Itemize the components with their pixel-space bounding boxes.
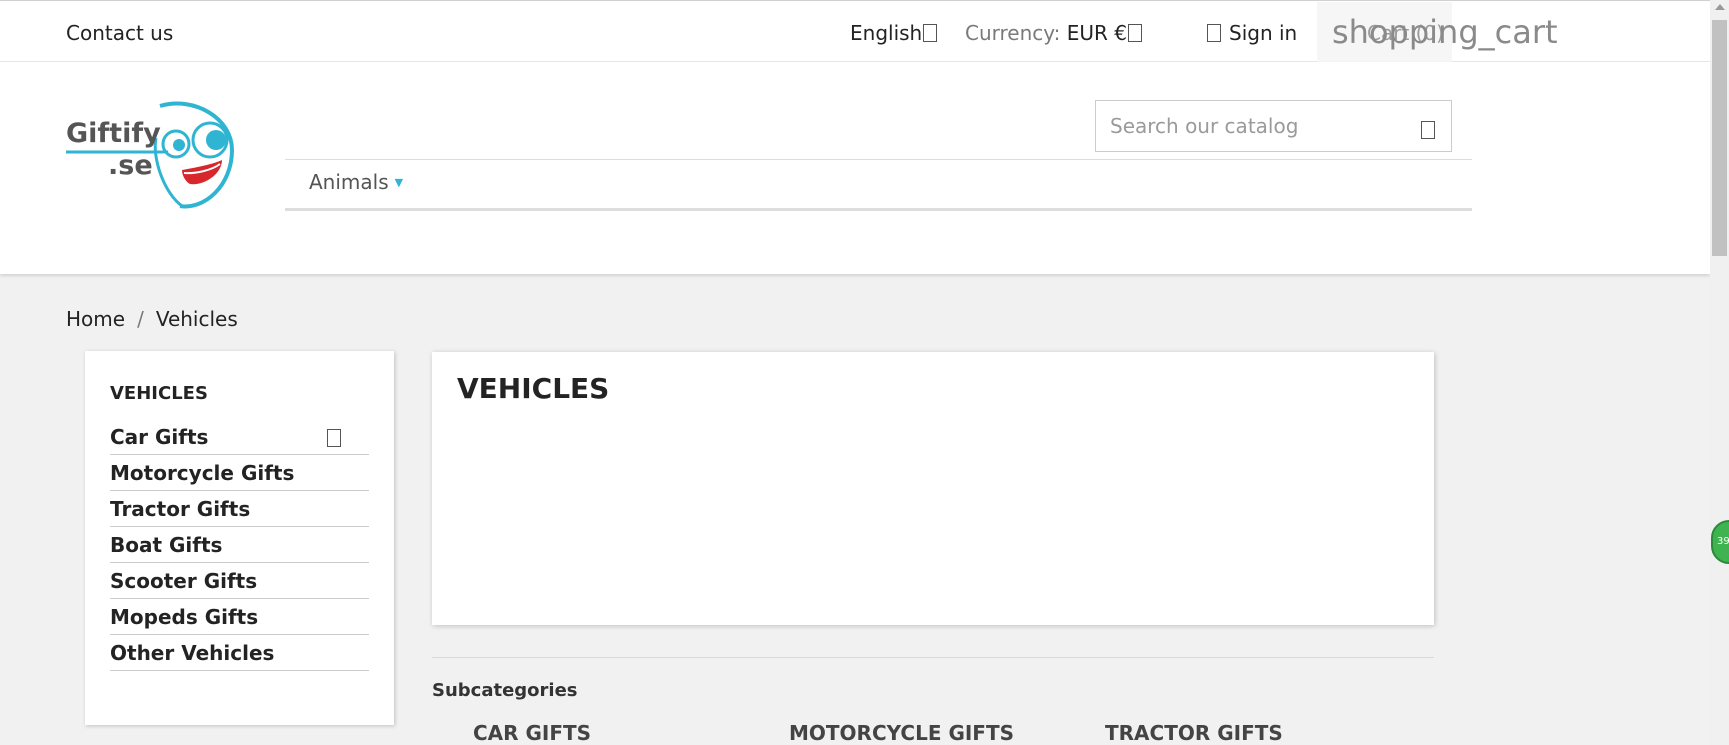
category-header-card: VEHICLES <box>432 352 1434 625</box>
breadcrumb-current[interactable]: Vehicles <box>156 307 238 331</box>
site-header: Giftify .se Animals ▼ <box>0 62 1710 274</box>
cart-button[interactable]: Cart (0) shopping_cart <box>1317 2 1558 62</box>
search-icon[interactable] <box>1421 121 1435 139</box>
expand-more-icon <box>923 24 938 42</box>
sidebar-item-mopeds-gifts: Mopeds Gifts <box>110 599 369 635</box>
svg-text:.se: .se <box>108 150 153 181</box>
main-menu: Animals ▼ <box>285 160 1472 211</box>
section-divider <box>432 657 1434 658</box>
currency-selector[interactable]: Currency: EUR € <box>965 21 1143 45</box>
sidebar-item-label[interactable]: Boat Gifts <box>110 533 222 557</box>
scroll-up-icon[interactable] <box>1715 4 1725 10</box>
shopping-cart-icon: shopping_cart <box>1332 13 1558 51</box>
search-input[interactable] <box>1108 113 1412 139</box>
sign-in-label: Sign in <box>1229 21 1298 45</box>
sidebar-item-label[interactable]: Car Gifts <box>110 425 208 449</box>
search-box <box>1095 100 1452 152</box>
caret-down-icon: ▼ <box>394 176 404 189</box>
sidebar-item-label[interactable]: Other Vehicles <box>110 641 274 665</box>
language-label: English <box>850 21 923 45</box>
breadcrumb-home[interactable]: Home <box>66 307 125 331</box>
sidebar-item-boat-gifts: Boat Gifts <box>110 527 369 563</box>
currency-value: EUR € <box>1066 21 1128 45</box>
sidebar-item-label[interactable]: Motorcycle Gifts <box>110 461 294 485</box>
sidebar-item-label[interactable]: Scooter Gifts <box>110 569 257 593</box>
menu-item-label: Animals <box>309 170 389 194</box>
subcategories-heading: Subcategories <box>432 680 578 701</box>
logo-text: Giftify <box>66 118 161 149</box>
sidebar-item-label[interactable]: Mopeds Gifts <box>110 605 258 629</box>
currency-label: Currency: <box>965 21 1061 45</box>
language-selector[interactable]: English <box>850 21 938 45</box>
top-bar: Contact us English Currency: EUR € Sign … <box>0 0 1710 62</box>
sidebar-item-label[interactable]: Tractor Gifts <box>110 497 250 521</box>
menu-item-animals[interactable]: Animals ▼ <box>309 170 403 194</box>
subcategory-link-car-gifts[interactable]: CAR GIFTS <box>473 721 591 745</box>
sidebar-item-tractor-gifts: Tractor Gifts <box>110 491 369 527</box>
contact-us-link[interactable]: Contact us <box>66 21 173 45</box>
sign-in-link[interactable]: Sign in <box>1207 21 1297 45</box>
chat-badge-count: 39 <box>1717 536 1729 547</box>
category-tree: Car Gifts Motorcycle Gifts Tractor Gifts… <box>110 419 369 671</box>
expand-more-icon <box>1128 24 1143 42</box>
scrollbar[interactable] <box>1710 0 1729 745</box>
sidebar-item-scooter-gifts: Scooter Gifts <box>110 563 369 599</box>
sidebar-item-other-vehicles: Other Vehicles <box>110 635 369 671</box>
sidebar-item-car-gifts: Car Gifts <box>110 419 369 455</box>
subcategory-link-motorcycle-gifts[interactable]: MOTORCYCLE GIFTS <box>789 721 1014 745</box>
breadcrumb: Home / Vehicles <box>66 307 238 331</box>
sidebar-title[interactable]: VEHICLES <box>110 383 208 404</box>
user-icon <box>1207 24 1221 42</box>
breadcrumb-separator: / <box>137 307 144 331</box>
expand-icon[interactable] <box>327 429 341 447</box>
category-sidebar: VEHICLES Car Gifts Motorcycle Gifts Trac… <box>85 351 394 725</box>
page-title: VEHICLES <box>457 372 610 405</box>
site-logo[interactable]: Giftify .se <box>64 98 244 213</box>
scrollbar-thumb[interactable] <box>1712 20 1727 256</box>
subcategory-link-tractor-gifts[interactable]: TRACTOR GIFTS <box>1105 721 1283 745</box>
sidebar-item-motorcycle-gifts: Motorcycle Gifts <box>110 455 369 491</box>
